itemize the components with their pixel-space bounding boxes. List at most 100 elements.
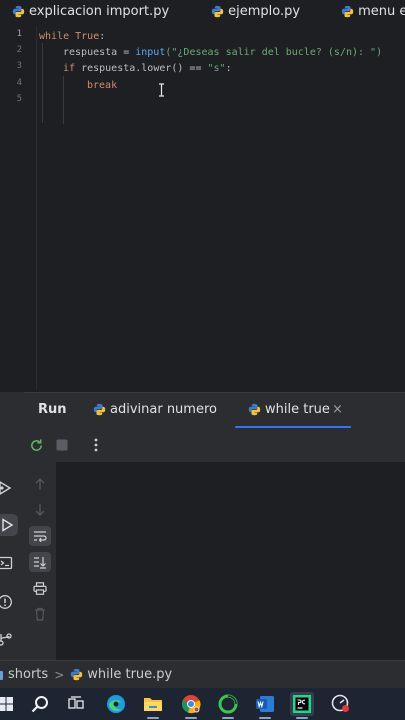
line-number: 5 (16, 94, 22, 104)
line-number-gutter: 1 2 3 4 5 (0, 26, 37, 390)
stop-button[interactable] (53, 436, 71, 454)
line-number: 4 (16, 78, 22, 88)
run-tab-adivinar-numero[interactable]: adivinar numero (93, 402, 217, 417)
code-token: if (63, 63, 76, 74)
code-token: while (39, 31, 70, 42)
taskbar-chrome[interactable] (179, 692, 203, 719)
code-token: input (135, 47, 166, 58)
more-options-button[interactable] (87, 436, 105, 454)
soft-wrap-icon (34, 531, 47, 542)
run-tab-label: while true (265, 402, 330, 417)
terminal-icon (0, 556, 13, 570)
scroll-up-button[interactable] (29, 474, 51, 494)
services-tool-button[interactable] (0, 477, 16, 499)
print-icon (33, 581, 47, 595)
python-file-icon (211, 5, 224, 17)
python-file-icon (341, 5, 354, 17)
code-token: respuesta.lower() == (75, 63, 208, 74)
taskbar-green-app[interactable] (216, 692, 240, 719)
soft-wrap-button[interactable] (29, 526, 51, 546)
more-vertical-icon (94, 438, 98, 452)
taskbar-edge[interactable] (104, 692, 128, 716)
scroll-down-button[interactable] (29, 500, 51, 520)
word-icon (256, 696, 274, 712)
editor-tab-label: ejemplo.py (228, 3, 301, 19)
running-indicator (185, 717, 197, 719)
windows-taskbar (0, 688, 405, 720)
run-tab-while-true[interactable]: while true (248, 402, 330, 417)
line-number: 1 (16, 29, 22, 39)
file-explorer-icon (144, 698, 162, 711)
python-file-icon (93, 403, 106, 416)
code-editor[interactable]: 1 2 3 4 5 while True: respuesta = input(… (0, 26, 405, 390)
code-token: respuesta = (63, 47, 136, 58)
running-indicator (296, 717, 308, 719)
spotify-like-icon (218, 694, 238, 714)
run-panel-title: Run (38, 402, 67, 417)
task-view-button[interactable] (64, 692, 88, 716)
python-file-icon (248, 403, 261, 416)
taskbar-file-explorer[interactable] (141, 692, 165, 719)
pycharm-icon (293, 695, 311, 713)
running-indicator (222, 717, 234, 719)
run-tab-label: adivinar numero (110, 402, 217, 417)
breadcrumb-project[interactable]: shorts (0, 667, 48, 682)
print-button[interactable] (29, 578, 51, 598)
editor-tab-explicacion-import[interactable]: explicacion import.py (12, 0, 169, 22)
run-console-output[interactable] (56, 462, 405, 660)
taskbar-pycharm[interactable] (290, 692, 314, 719)
search-icon (31, 696, 48, 713)
editor-tab-bar: explicacion import.py ejemplo.py menu en… (0, 0, 405, 22)
code-token: True (75, 31, 100, 42)
editor-tab-ejemplo[interactable]: ejemplo.py (211, 0, 300, 22)
taskbar-recorder[interactable] (329, 692, 353, 716)
breadcrumb-separator: > (54, 667, 65, 682)
code-line-4: break (87, 78, 117, 94)
scroll-up-icon (35, 478, 45, 490)
task-view-icon (68, 696, 84, 709)
scroll-to-end-icon (34, 556, 46, 569)
code-line-3: if respuesta.lower() == "s": (63, 61, 232, 77)
line-number: 3 (16, 61, 22, 71)
taskbar-search-button[interactable] (28, 692, 52, 716)
stop-icon (56, 439, 68, 451)
windows-start-icon (0, 697, 13, 711)
text-cursor-icon (159, 83, 164, 97)
code-token: break (87, 80, 118, 91)
python-file-icon (12, 5, 25, 17)
navigation-bar: shorts > while true.py (0, 660, 405, 688)
edge-icon (107, 695, 125, 713)
breadcrumb-file-label: while true.py (87, 667, 173, 682)
run-panel-header: Run adivinar numero while true × (24, 392, 405, 429)
running-indicator (259, 717, 271, 719)
clear-all-button[interactable] (29, 604, 51, 624)
start-button[interactable] (0, 692, 18, 716)
code-line-1: while True: (39, 29, 105, 45)
scroll-down-icon (35, 504, 45, 516)
python-file-icon (71, 668, 83, 681)
scroll-to-end-button[interactable] (29, 552, 51, 572)
code-token: : (225, 63, 232, 74)
code-token: ("¿Deseas salir del bucle? (s/n): ") (165, 47, 383, 58)
breadcrumb-file[interactable]: while true.py (70, 667, 172, 682)
editor-tab-menu-entrada[interactable]: menu entrad (341, 0, 405, 22)
code-token: "s" (207, 63, 226, 74)
folder-icon (0, 670, 3, 680)
problems-tool-button[interactable] (0, 591, 16, 613)
problems-icon (0, 595, 12, 609)
editor-tab-label: menu entrad (358, 3, 405, 19)
line-number: 2 (16, 45, 22, 55)
rerun-icon (30, 438, 42, 451)
recorder-icon (331, 694, 349, 712)
tool-window-strip (0, 392, 24, 660)
trash-icon (35, 607, 45, 621)
indent-guide (42, 43, 43, 123)
git-icon (0, 633, 12, 646)
close-tab-icon[interactable]: × (332, 402, 343, 417)
code-line-2: respuesta = input("¿Deseas salir del buc… (63, 45, 382, 61)
terminal-tool-button[interactable] (0, 552, 16, 574)
git-tool-button[interactable] (0, 628, 16, 650)
taskbar-word[interactable] (253, 692, 277, 719)
rerun-button[interactable] (27, 436, 45, 454)
run-tool-button[interactable] (0, 514, 18, 536)
